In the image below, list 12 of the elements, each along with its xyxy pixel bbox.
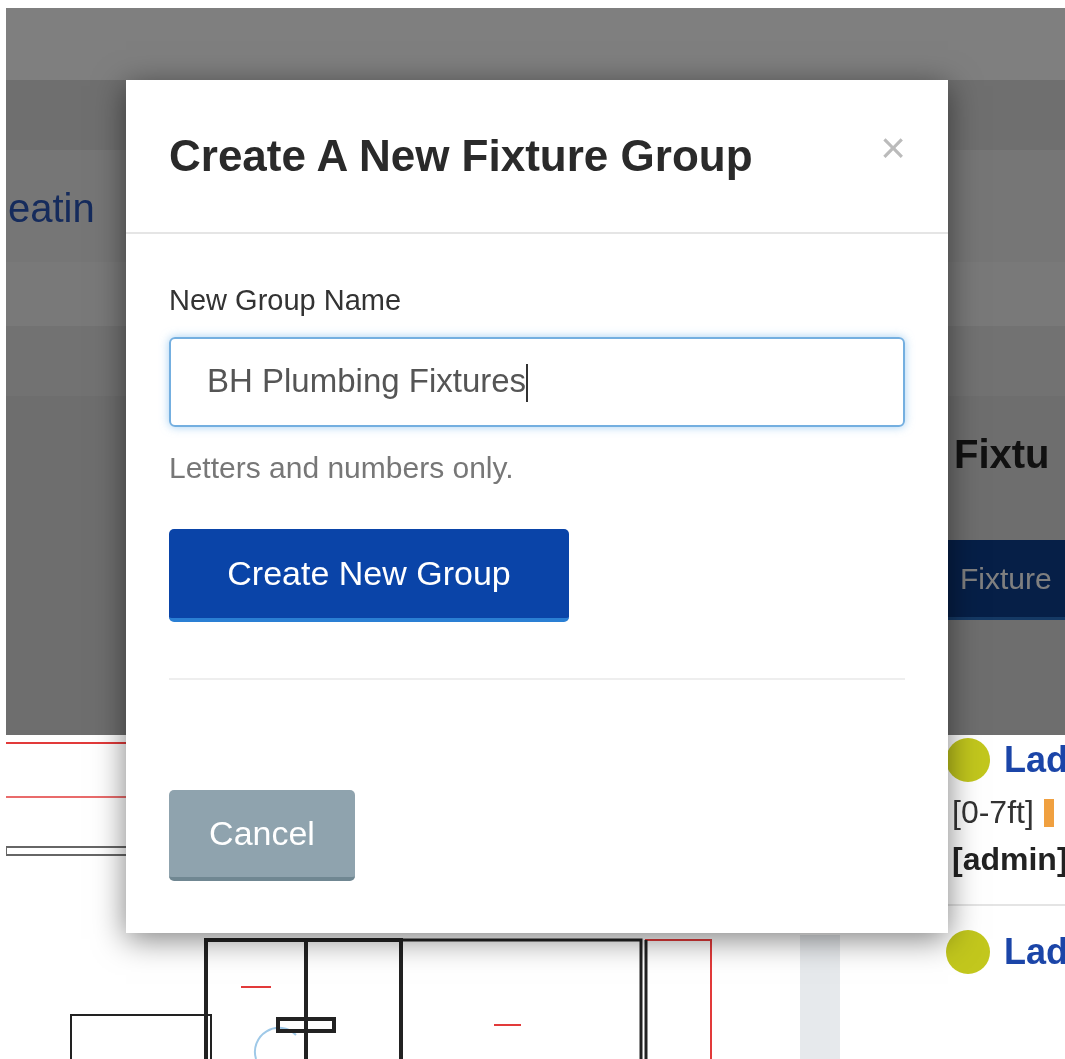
dialog-title: Create A New Fixture Group [169, 131, 753, 181]
create-group-button[interactable]: Create New Group [169, 529, 569, 622]
page-heading: eatin [8, 186, 95, 231]
tag-marker [1043, 798, 1054, 827]
panel-title: Fixtu [954, 432, 1050, 477]
help-text: Letters and numbers only. [169, 451, 514, 485]
item-detail: [0-7ft] [952, 794, 1034, 831]
input-field[interactable]: BH Plumbing Fixtures [169, 337, 905, 427]
item-detail: [admin] [952, 841, 1065, 878]
item-link[interactable]: Lad [1004, 739, 1065, 781]
item-link[interactable]: Lad [1004, 931, 1065, 973]
field-label: New Group Name [169, 284, 402, 317]
